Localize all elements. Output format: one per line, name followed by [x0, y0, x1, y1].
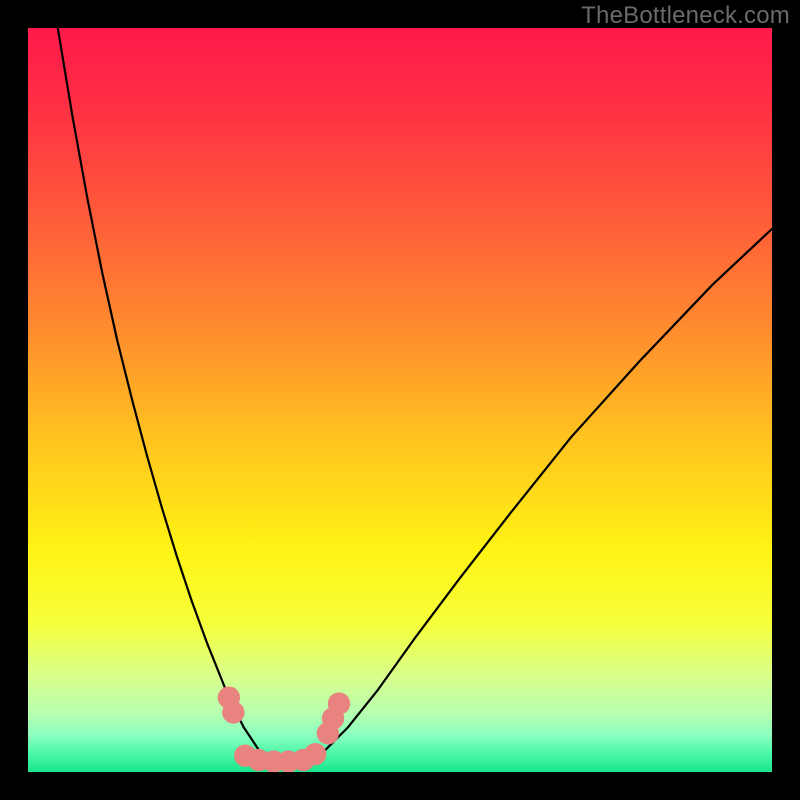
curve-marker: [304, 743, 326, 765]
chart-frame: TheBottleneck.com: [0, 0, 800, 800]
plot-area: [28, 28, 772, 772]
curve-marker: [222, 701, 244, 723]
bottleneck-curve: [58, 28, 772, 765]
watermark-text: TheBottleneck.com: [581, 2, 790, 30]
curve-markers: [218, 686, 350, 772]
chart-svg: [28, 28, 772, 772]
curve-marker: [328, 692, 350, 714]
